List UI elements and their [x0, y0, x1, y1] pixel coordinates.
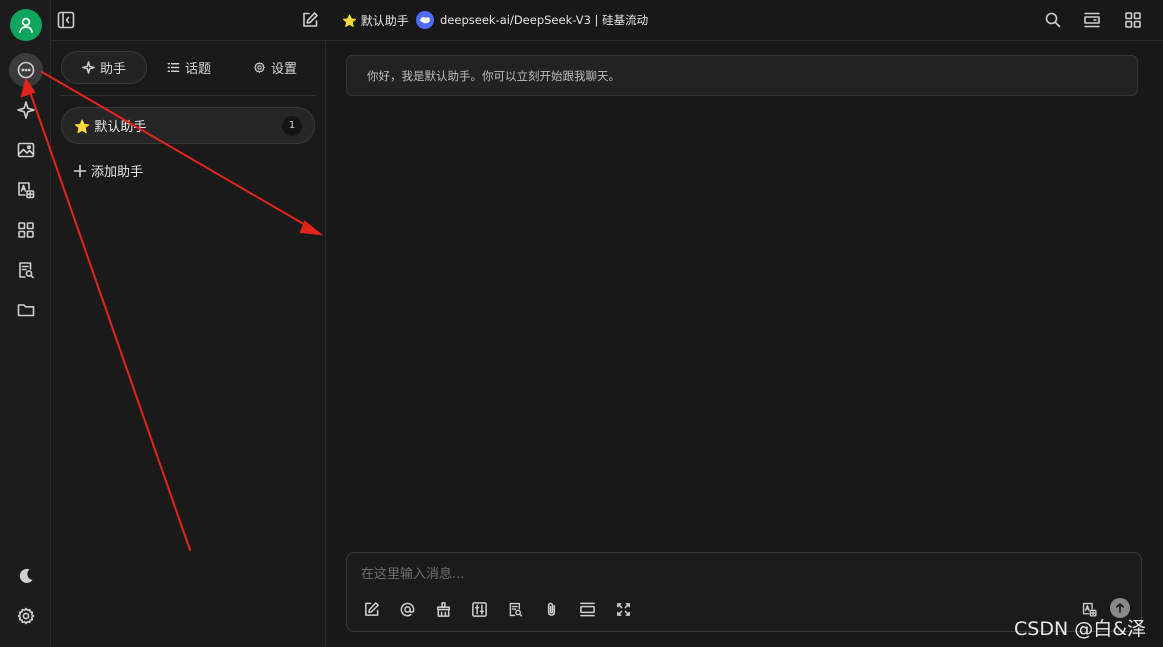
tab-assistants-label: 助手 [100, 62, 127, 77]
gear-icon [254, 62, 265, 73]
at-icon [400, 602, 414, 616]
sliders-icon [471, 601, 487, 617]
paperclip-icon [547, 602, 555, 616]
tab-assistants[interactable]: 助手 [61, 51, 148, 84]
sparkle-icon [17, 101, 35, 119]
add-assistant-label: 添加助手 [91, 165, 144, 180]
fit-width-icon [1084, 12, 1100, 28]
new-topic-button[interactable] [300, 10, 320, 30]
folder-icon [17, 304, 35, 317]
image-icon [17, 142, 35, 158]
search-button[interactable] [1043, 10, 1063, 30]
tabs-divider [61, 95, 315, 96]
theme-toggle[interactable] [9, 559, 43, 593]
mention-model-button[interactable] [397, 599, 417, 619]
settings-button[interactable] [9, 599, 43, 633]
translate-icon [18, 182, 35, 199]
apps-button[interactable] [9, 213, 43, 247]
knowledge-icon [19, 262, 34, 279]
new-topic-tool-button[interactable] [361, 599, 381, 619]
model-name: deepseek-ai/DeepSeek-V3 | 硅基流动 [440, 13, 649, 27]
assistants-panel: 助手 话题 设置 ⭐ 默认助手 1 添加助手 [51, 41, 326, 647]
sparkle-icon [82, 61, 95, 74]
plus-icon [73, 164, 87, 177]
translate-button[interactable] [9, 173, 43, 207]
toggle-sidebar-button[interactable] [56, 10, 76, 30]
fit-width-tool-button[interactable] [577, 599, 597, 619]
broom-icon [436, 601, 450, 617]
current-assistant-title: ⭐ 默认助手 [342, 14, 409, 28]
edit-icon [303, 12, 318, 27]
tab-topics-label: 话题 [185, 62, 212, 77]
arrow-up-icon [1116, 603, 1124, 613]
assistant-item-default[interactable]: ⭐ 默认助手 1 [61, 107, 315, 144]
watermark: CSDN @白&泽 [1014, 618, 1147, 640]
topic-count-badge: 1 [282, 115, 302, 136]
panel-tabs: 助手 话题 设置 [61, 51, 315, 84]
chat-button[interactable] [9, 53, 43, 87]
top-bar: ⭐ 默认助手 deepseek-ai/DeepSeek-V3 | 硅基流动 [51, 0, 1163, 41]
add-assistant-button[interactable]: 添加助手 [73, 161, 143, 180]
knowledge-button[interactable] [9, 253, 43, 287]
assistant-greeting-message: 你好，我是默认助手。你可以立刻开始跟我聊天。 [346, 55, 1138, 96]
fit-width-button[interactable] [1082, 10, 1102, 30]
knowledge-icon [509, 602, 522, 617]
message-input[interactable] [361, 563, 1061, 585]
user-avatar[interactable] [10, 9, 42, 41]
files-button[interactable] [9, 293, 43, 327]
apps-icon [18, 222, 34, 238]
chat-icon [17, 61, 35, 79]
attach-file-button[interactable] [541, 599, 561, 619]
chat-main: 你好，我是默认助手。你可以立刻开始跟我聊天。 [326, 41, 1163, 647]
grid-icon [1125, 12, 1141, 28]
moon-icon [19, 568, 33, 583]
edit-icon [364, 601, 379, 616]
tab-settings[interactable]: 设置 [253, 51, 297, 84]
tab-topics[interactable]: 话题 [167, 51, 211, 84]
image-button[interactable] [9, 133, 43, 167]
assistant-name: ⭐ 默认助手 [74, 120, 147, 135]
expand-button[interactable] [613, 599, 633, 619]
expand-icon [616, 602, 630, 616]
sidebar-toggle-icon [57, 11, 75, 29]
user-icon [19, 17, 33, 33]
layout-button[interactable] [1123, 10, 1143, 30]
knowledge-base-button[interactable] [505, 599, 525, 619]
agents-button[interactable] [9, 93, 43, 127]
model-selector[interactable]: deepseek-ai/DeepSeek-V3 | 硅基流动 [416, 10, 648, 30]
clear-context-button[interactable] [433, 599, 453, 619]
list-icon [167, 63, 180, 72]
left-rail [0, 0, 51, 647]
settings-sliders-button[interactable] [469, 599, 489, 619]
tab-settings-label: 设置 [271, 62, 298, 77]
settings-icon [17, 607, 35, 625]
search-icon [1045, 12, 1061, 28]
deepseek-logo-icon [416, 11, 434, 29]
fit-width-icon [579, 602, 595, 616]
